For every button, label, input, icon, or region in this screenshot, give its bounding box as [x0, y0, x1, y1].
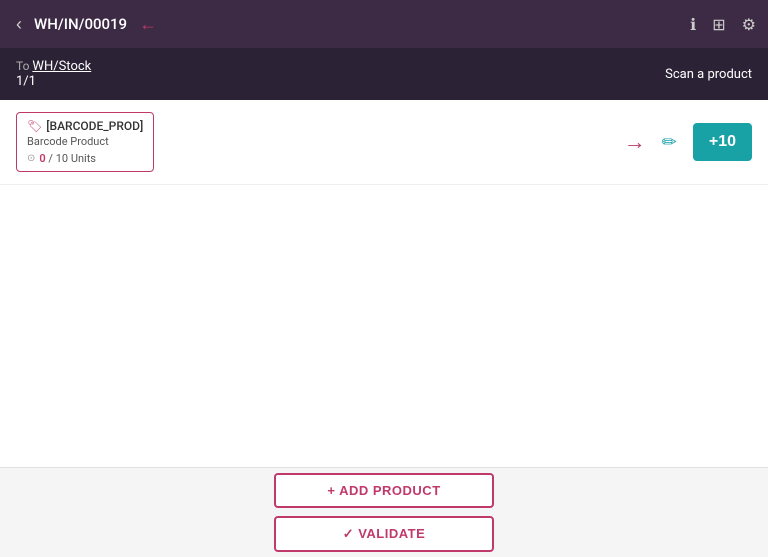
qty-separator: /: [48, 152, 55, 165]
product-qty-row: ⊙ 0 / 10 Units: [27, 152, 143, 165]
record-count: 1/1: [16, 74, 91, 89]
app-header: ‹ WH/IN/00019 ← ℹ ⊞ ⚙: [0, 0, 768, 48]
info-icon[interactable]: ℹ: [690, 15, 696, 34]
grid-icon[interactable]: ⊞: [712, 15, 725, 34]
product-description: Barcode Product: [27, 135, 143, 148]
edit-button[interactable]: ✏: [658, 128, 681, 157]
location-link[interactable]: WH/Stock: [32, 59, 91, 74]
scan-product-label: Scan a product: [665, 67, 752, 82]
receipt-title: WH/IN/00019: [34, 15, 127, 33]
product-code: [BARCODE_PROD]: [46, 119, 143, 133]
product-quantity: 0 / 10 Units: [39, 152, 96, 165]
product-name-row: 🏷 [BARCODE_PROD]: [27, 119, 143, 133]
barcode-icon: 🏷: [27, 119, 42, 133]
qty-unit: Units: [71, 152, 96, 165]
main-content: 🏷 [BARCODE_PROD] Barcode Product ⊙ 0 / 1…: [0, 100, 768, 467]
row-arrow-icon: →: [624, 129, 646, 155]
validate-button[interactable]: ✓ VALIDATE: [274, 516, 494, 552]
gear-icon[interactable]: ⚙: [742, 15, 756, 34]
plus-button[interactable]: +10: [693, 123, 752, 161]
to-label: To WH/Stock: [16, 59, 91, 74]
sub-header-left: To WH/Stock 1/1: [16, 59, 91, 89]
empty-space: [0, 185, 768, 465]
header-icons: ℹ ⊞ ⚙: [690, 15, 756, 34]
row-actions: → ✏ +10: [166, 123, 752, 161]
qty-done: 0: [39, 152, 45, 165]
bottom-area: + ADD PRODUCT ✓ VALIDATE: [0, 467, 768, 557]
back-button[interactable]: ‹: [12, 11, 26, 37]
qty-icon: ⊙: [27, 153, 35, 164]
product-info-box: 🏷 [BARCODE_PROD] Barcode Product ⊙ 0 / 1…: [16, 112, 154, 172]
sub-header: To WH/Stock 1/1 Scan a product: [0, 48, 768, 100]
product-row: 🏷 [BARCODE_PROD] Barcode Product ⊙ 0 / 1…: [0, 100, 768, 185]
arrow-indicator-header: ←: [139, 14, 157, 35]
header-left: ‹ WH/IN/00019 ←: [12, 11, 157, 37]
qty-total: 10: [56, 152, 68, 165]
add-product-button[interactable]: + ADD PRODUCT: [274, 473, 494, 508]
